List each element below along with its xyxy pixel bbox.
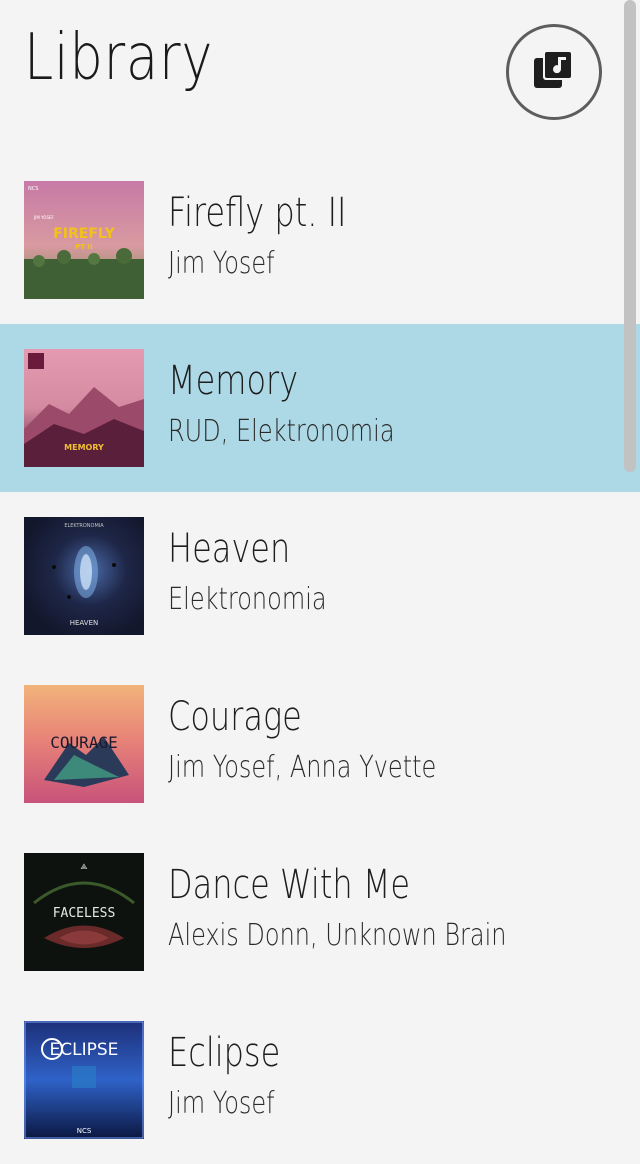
song-artist: RUD, Elektronomia: [168, 414, 395, 449]
album-art: FIREFLY PT II NCS JIM YOSEF: [24, 181, 144, 299]
song-row-selected[interactable]: MEMORY Memory RUD, Elektronomia: [0, 324, 640, 492]
album-art: MEMORY: [24, 349, 144, 467]
album-art-artist: JIM YOSEF: [33, 215, 55, 220]
album-art-subtext: NCS: [77, 1127, 92, 1135]
song-artist: Elektronomia: [168, 582, 327, 617]
song-artist: Jim Yosef: [168, 246, 275, 281]
album-art: HEAVEN ELEKTRONOMIA: [24, 517, 144, 635]
album-art: ECLIPSE NCS: [24, 1021, 144, 1139]
album-art-text: ECLIPSE: [50, 1040, 119, 1060]
music-library-icon: [532, 48, 576, 96]
svg-text:⟁: ⟁: [80, 862, 87, 871]
album-art-text: HEAVEN: [70, 619, 98, 627]
album-art: COURAGE: [24, 685, 144, 803]
song-title: Courage: [168, 694, 302, 740]
library-header: Library: [0, 0, 640, 150]
album-art-artist: ELEKTRONOMIA: [64, 523, 104, 529]
song-list: FIREFLY PT II NCS JIM YOSEF Firefly pt. …: [0, 156, 640, 1164]
song-title: Memory: [168, 358, 299, 404]
song-artist: Jim Yosef: [168, 1086, 275, 1121]
song-title: Eclipse: [168, 1030, 281, 1076]
album-art: FACELESS ⟁: [24, 853, 144, 971]
page-title: Library: [24, 21, 214, 95]
album-art-subtext: PT II: [75, 243, 93, 251]
song-row[interactable]: COURAGE Courage Jim Yosef, Anna Yvette: [0, 660, 640, 828]
song-title: Firefly pt. II: [168, 190, 347, 236]
scrollbar[interactable]: [624, 0, 636, 472]
song-row[interactable]: HEAVEN ELEKTRONOMIA Heaven Elektronomia: [0, 492, 640, 660]
album-art-text: MEMORY: [64, 443, 104, 452]
album-art-text: FIREFLY: [53, 226, 115, 242]
song-title: Heaven: [168, 526, 291, 572]
song-row[interactable]: FIREFLY PT II NCS JIM YOSEF Firefly pt. …: [0, 156, 640, 324]
album-art-text: COURAGE: [50, 733, 117, 752]
song-row[interactable]: FACELESS ⟁ Dance With Me Alexis Donn, Un…: [0, 828, 640, 996]
album-art-label: NCS: [28, 186, 38, 192]
song-title: Dance With Me: [168, 862, 411, 908]
music-library-button[interactable]: [506, 24, 602, 120]
song-artist: Alexis Donn, Unknown Brain: [168, 918, 507, 953]
album-art-text: FACELESS: [53, 906, 116, 921]
song-row[interactable]: ECLIPSE NCS Eclipse Jim Yosef: [0, 996, 640, 1164]
song-artist: Jim Yosef, Anna Yvette: [168, 750, 437, 785]
